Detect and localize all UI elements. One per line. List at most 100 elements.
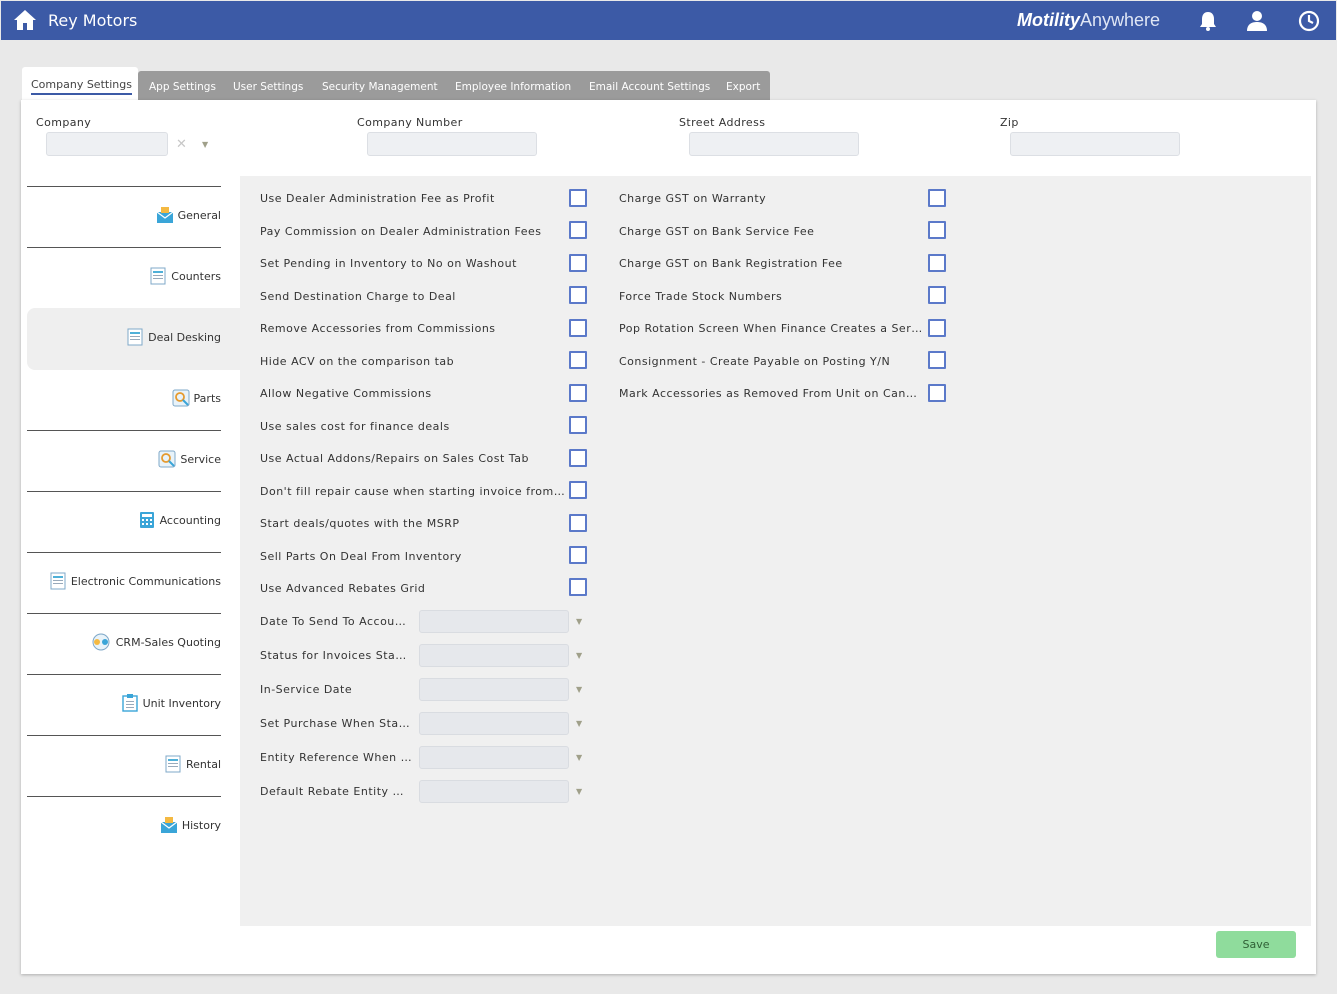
option-label: Consignment - Create Payable on Posting … xyxy=(619,355,891,368)
dropdown-select[interactable] xyxy=(419,610,569,633)
tab-export[interactable]: Export xyxy=(726,81,760,93)
sidebar-item-crm-sales-quoting[interactable]: CRM-Sales Quoting xyxy=(90,633,221,651)
sidebar-item-label: CRM-Sales Quoting xyxy=(115,635,221,649)
option-label: Hide ACV on the comparison tab xyxy=(260,355,455,368)
option-label: Send Destination Charge to Deal xyxy=(260,290,456,303)
option-label: Charge GST on Bank Registration Fee xyxy=(619,257,843,270)
tab-user-settings[interactable]: User Settings xyxy=(233,81,303,93)
option-label: Set Pending in Inventory to No on Washou… xyxy=(260,257,517,270)
crm-icon xyxy=(92,633,110,651)
dropdown-select[interactable] xyxy=(419,644,569,667)
document-icon xyxy=(50,572,66,590)
option-checkbox[interactable] xyxy=(569,254,587,272)
option-label: Charge GST on Warranty xyxy=(619,192,767,205)
save-button[interactable]: Save xyxy=(1216,931,1296,958)
option-label: Allow Negative Commissions xyxy=(260,387,432,400)
chevron-down-icon[interactable]: ▼ xyxy=(576,719,582,728)
option-checkbox[interactable] xyxy=(569,286,587,304)
dropdown-label: In-Service Date xyxy=(260,683,353,696)
option-checkbox[interactable] xyxy=(928,221,946,239)
option-checkbox[interactable] xyxy=(569,221,587,239)
sidebar-item-label: Accounting xyxy=(159,513,221,527)
dropdown-label: Set Purchase When Sta… xyxy=(260,717,411,730)
chevron-down-icon[interactable]: ▼ xyxy=(576,787,582,796)
tab-company-settings[interactable]: Company Settings xyxy=(22,67,138,101)
sidebar-item-parts[interactable]: Parts xyxy=(172,389,221,407)
envelope-icon xyxy=(156,207,174,223)
option-label: Start deals/quotes with the MSRP xyxy=(260,517,460,530)
dropdown-label: Date To Send To Accou… xyxy=(260,615,407,628)
chevron-down-icon[interactable]: ▼ xyxy=(576,685,582,694)
option-checkbox[interactable] xyxy=(928,319,946,337)
sidebar-item-label: Counters xyxy=(171,269,221,283)
sidebar-item-rental[interactable]: Rental xyxy=(164,755,221,773)
option-label: Use Advanced Rebates Grid xyxy=(260,582,426,595)
sidebar-item-deal-desking[interactable]: Deal Desking xyxy=(126,328,221,346)
zip-input[interactable] xyxy=(1010,132,1180,156)
user-icon[interactable] xyxy=(1245,9,1269,33)
option-checkbox[interactable] xyxy=(569,449,587,467)
sidebar-item-service[interactable]: Service xyxy=(158,450,221,468)
tab-email-account-settings[interactable]: Email Account Settings xyxy=(589,81,710,93)
calculator-icon xyxy=(139,512,154,528)
home-icon[interactable] xyxy=(13,9,37,31)
bell-icon[interactable] xyxy=(1196,9,1220,33)
dropdown-select[interactable] xyxy=(419,780,569,803)
brand-logo: MotilityAnywhere xyxy=(1017,10,1160,31)
option-checkbox[interactable] xyxy=(569,319,587,337)
top-bar: Rey Motors MotilityAnywhere xyxy=(1,1,1336,40)
option-label: Pop Rotation Screen When Finance Creates… xyxy=(619,322,923,335)
street-address-label: Street Address xyxy=(679,116,766,129)
sidebar-item-general[interactable]: General xyxy=(156,206,221,224)
sidebar-divider xyxy=(27,613,221,614)
document-icon xyxy=(127,328,143,346)
app-title: Rey Motors xyxy=(48,11,138,30)
company-number-input[interactable] xyxy=(367,132,537,156)
option-checkbox[interactable] xyxy=(569,189,587,207)
sidebar-item-history[interactable]: History xyxy=(160,816,221,834)
dropdown-select[interactable] xyxy=(419,746,569,769)
dropdown-label: Default Rebate Entity … xyxy=(260,785,405,798)
sidebar-divider xyxy=(27,430,221,431)
company-select[interactable] xyxy=(46,132,168,156)
option-checkbox[interactable] xyxy=(928,286,946,304)
option-checkbox[interactable] xyxy=(569,514,587,532)
option-label: Pay Commission on Dealer Administration … xyxy=(260,225,542,238)
sidebar-item-label: Parts xyxy=(193,391,221,405)
option-checkbox[interactable] xyxy=(569,384,587,402)
tab-employee-information[interactable]: Employee Information xyxy=(455,81,571,93)
street-address-input[interactable] xyxy=(689,132,859,156)
option-checkbox[interactable] xyxy=(569,416,587,434)
chevron-down-icon[interactable]: ▼ xyxy=(576,651,582,660)
option-checkbox[interactable] xyxy=(569,481,587,499)
option-checkbox[interactable] xyxy=(928,254,946,272)
company-number-label: Company Number xyxy=(357,116,463,129)
document-icon xyxy=(165,755,181,773)
option-checkbox[interactable] xyxy=(928,384,946,402)
company-label: Company xyxy=(36,116,92,129)
chevron-down-icon[interactable]: ▼ xyxy=(576,753,582,762)
envelope-icon xyxy=(160,817,178,833)
sidebar-item-unit-inventory[interactable]: Unit Inventory xyxy=(121,694,221,712)
chevron-down-icon[interactable]: ▼ xyxy=(576,617,582,626)
option-checkbox[interactable] xyxy=(569,578,587,596)
chevron-down-icon[interactable]: ▼ xyxy=(202,140,208,149)
option-checkbox[interactable] xyxy=(928,351,946,369)
option-checkbox[interactable] xyxy=(569,351,587,369)
clear-icon[interactable]: ✕ xyxy=(176,137,187,152)
parts-icon xyxy=(172,389,190,407)
sidebar-divider xyxy=(27,674,221,675)
option-label: Force Trade Stock Numbers xyxy=(619,290,783,303)
sidebar-item-electronic-communications[interactable]: Electronic Communications xyxy=(49,572,221,590)
sidebar-item-accounting[interactable]: Accounting xyxy=(138,511,221,529)
tab-app-settings[interactable]: App Settings xyxy=(149,81,216,93)
option-checkbox[interactable] xyxy=(569,546,587,564)
option-label: Use Dealer Administration Fee as Profit xyxy=(260,192,495,205)
clock-icon[interactable] xyxy=(1297,9,1321,33)
dropdown-select[interactable] xyxy=(419,678,569,701)
option-checkbox[interactable] xyxy=(928,189,946,207)
tab-security-management[interactable]: Security Management xyxy=(322,81,438,93)
dropdown-select[interactable] xyxy=(419,712,569,735)
sidebar-divider xyxy=(27,796,221,797)
sidebar-item-counters[interactable]: Counters xyxy=(149,267,221,285)
